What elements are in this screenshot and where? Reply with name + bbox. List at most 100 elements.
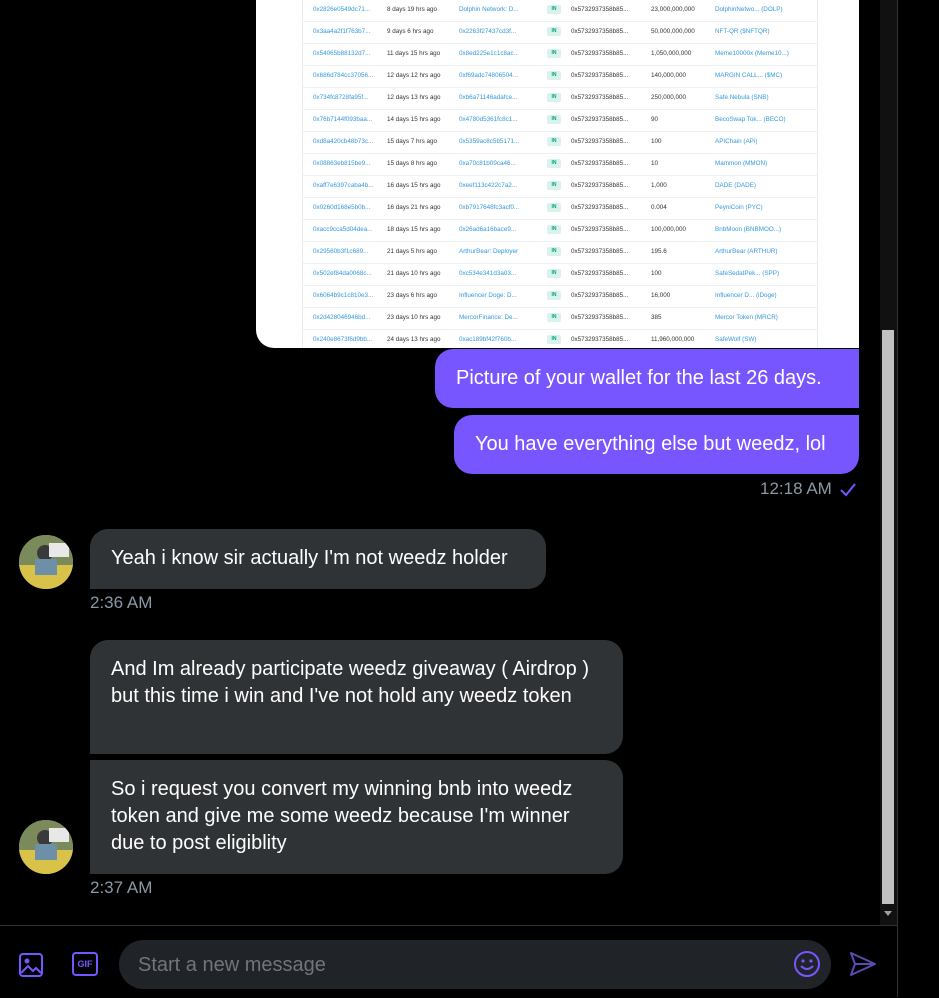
outgoing-message[interactable]: You have everything else but weedz, lol — [454, 415, 859, 474]
avatar[interactable] — [19, 820, 73, 874]
outgoing-message[interactable]: Picture of your wallet for the last 26 d… — [435, 349, 859, 408]
from-address-link[interactable]: ArthurBear: Deployer — [459, 248, 545, 255]
tx-hash-link[interactable]: 0xacc9cca5d04dea... — [313, 226, 391, 233]
table-row: 0x2d428046946bd... 23 days 10 hrs ago Merc… — [303, 308, 817, 330]
table-row: 0x76b7144f093baa... 14 days 15 hrs ago 0x4… — [303, 110, 817, 132]
to-address: 0x5732937358b85... — [571, 94, 629, 101]
from-address-link[interactable]: 0xb7917648fc3acf0... — [459, 204, 545, 211]
tx-value: 90 — [651, 116, 659, 123]
table-row: 0x0260d168e5b0b... 16 days 21 hrs ago 0xb7… — [303, 198, 817, 220]
token-link[interactable]: DADE (DADE) — [715, 182, 819, 189]
tx-value: 195.6 — [651, 248, 667, 255]
direction-badge: IN — [547, 313, 561, 322]
token-link[interactable]: Meme10000x (Meme10...) — [715, 50, 819, 57]
tx-hash-link[interactable]: 0x734fc8728fa95f... — [313, 94, 391, 101]
token-link[interactable]: BnbMoon (BNBMOO...) — [715, 226, 819, 233]
token-link[interactable]: Mammon (MMON) — [715, 160, 819, 167]
token-transfer-table: 0x2826e0549dc71... 8 days 19 hrs ago Dolph… — [302, 0, 818, 348]
table-row: 0x734fc8728fa95f... 12 days 13 hrs ago 0xb… — [303, 88, 817, 110]
image-icon[interactable] — [18, 952, 44, 978]
message-timestamp: 2:37 AM — [90, 878, 153, 897]
from-address-link[interactable]: 0x26ad6a16bace9... — [459, 226, 545, 233]
token-link[interactable]: SafeSedatPek... (SPP) — [715, 270, 819, 277]
tx-hash-link[interactable]: 0x2d428046946bd... — [313, 314, 391, 321]
table-row: 0xacc9cca5d04dea... 18 days 15 hrs ago 0x2… — [303, 220, 817, 242]
from-address-link[interactable]: 0x8ed225e1c1c8ac... — [459, 50, 545, 57]
token-link[interactable]: ArthurBear (ARTHUR) — [715, 248, 819, 255]
token-link[interactable]: MARGIN CALL... ($MC) — [715, 72, 819, 79]
tx-hash-link[interactable]: 0x3aa4a2f1f763b7... — [313, 28, 391, 35]
token-link[interactable]: Mercor Token (MRCR) — [715, 314, 819, 321]
wallet-screenshot-image[interactable]: 0x2826e0549dc71... 8 days 19 hrs ago Dolph… — [256, 0, 859, 348]
tx-hash-link[interactable]: 0x29560b3f1c689... — [313, 248, 391, 255]
token-link[interactable]: SafeWolf (SW) — [715, 336, 819, 343]
tx-hash-link[interactable]: 0x54065b88132d7... — [313, 50, 391, 57]
table-row: 0x29560b3f1c689... 21 days 5 hrs ago Arthu… — [303, 242, 817, 264]
table-row: 0x08863eb815be9... 15 days 8 hrs ago 0xa70… — [303, 154, 817, 176]
from-address-link[interactable]: 0xeef113c422c7a2... — [459, 182, 545, 189]
from-address-link[interactable]: 0xa70c81b09ca46... — [459, 160, 545, 167]
emoji-icon[interactable] — [793, 950, 821, 978]
tx-age: 14 days 15 hrs ago — [387, 116, 441, 123]
direction-badge: IN — [547, 159, 561, 168]
to-address: 0x5732937358b85... — [571, 182, 629, 189]
token-link[interactable]: BecoSwap Tok... (BECO) — [715, 116, 819, 123]
direction-badge: IN — [547, 225, 561, 234]
tx-hash-link[interactable]: 0x240e8673f6d9bb... — [313, 336, 391, 343]
from-address-link[interactable]: 0xc534e341d3a03... — [459, 270, 545, 277]
tx-age: 16 days 21 hrs ago — [387, 204, 441, 211]
tx-hash-link[interactable]: 0x08863eb815be9... — [313, 160, 391, 167]
tx-age: 8 days 19 hrs ago — [387, 6, 438, 13]
tx-value: 385 — [651, 314, 662, 321]
to-address: 0x5732937358b85... — [571, 336, 629, 343]
table-row: 0x686d784cc37056... 12 days 12 hrs ago 0xf… — [303, 66, 817, 88]
tx-hash-link[interactable]: 0x2826e0549dc71... — [313, 6, 391, 13]
tx-hash-link[interactable]: 0x502ef84da0068c... — [313, 270, 391, 277]
token-link[interactable]: PeyniCoin (PYC) — [715, 204, 819, 211]
tx-hash-link[interactable]: 0x76b7144f093baa... — [313, 116, 391, 123]
from-address-link[interactable]: 0x4780d5361fc8c1... — [459, 116, 545, 123]
message-input-wrapper[interactable] — [119, 940, 831, 991]
from-address-link[interactable]: 0xb6a71146adafce... — [459, 94, 545, 101]
tx-age: 16 days 15 hrs ago — [387, 182, 441, 189]
scroll-down-arrow[interactable] — [884, 911, 892, 916]
tx-hash-link[interactable]: 0xd8a420cb48b73c... — [313, 138, 391, 145]
incoming-message[interactable]: So i request you convert my winning bnb … — [90, 760, 623, 874]
tx-value: 11,960,000,000 — [651, 336, 695, 343]
tx-hash-link[interactable]: 0x0260d168e5b0b... — [313, 204, 391, 211]
tx-age: 24 days 13 hrs ago — [387, 336, 441, 343]
from-address-link[interactable]: MercorFinance: De... — [459, 314, 545, 321]
tx-value: 1,050,000,000 — [651, 50, 692, 57]
tx-age: 15 days 7 hrs ago — [387, 138, 438, 145]
to-address: 0x5732937358b85... — [571, 160, 629, 167]
from-address-link[interactable]: 0xac189bf42f760b... — [459, 336, 545, 343]
incoming-message[interactable]: Yeah i know sir actually I'm not weedz h… — [90, 529, 546, 589]
scrollbar-thumb[interactable] — [882, 330, 894, 904]
token-link[interactable]: APIChain (APi) — [715, 138, 819, 145]
from-address-link[interactable]: 0x5359ac8c5b5171... — [459, 138, 545, 145]
avatar[interactable] — [19, 535, 73, 589]
from-address-link[interactable]: 0xf69adc74806504... — [459, 72, 545, 79]
tx-hash-link[interactable]: 0xaff7e6397caba4b... — [313, 182, 391, 189]
token-link[interactable]: DolphinNetwo... (DOLP) — [715, 6, 819, 13]
table-row: 0x54065b88132d7... 11 days 15 hrs ago 0x8e… — [303, 44, 817, 66]
tx-hash-link[interactable]: 0x6064b9c1c810e3... — [313, 292, 391, 299]
token-link[interactable]: Safe Nebula (SNB) — [715, 94, 819, 101]
send-icon[interactable] — [848, 950, 878, 978]
from-address-link[interactable]: 0x2263f27437cd3f... — [459, 28, 545, 35]
check-icon — [840, 483, 856, 497]
vertical-scrollbar[interactable] — [880, 0, 897, 925]
message-text: And Im already participate weedz giveawa… — [111, 658, 590, 707]
direction-badge: IN — [547, 93, 561, 102]
tx-age: 11 days 15 hrs ago — [387, 50, 441, 57]
from-address-link[interactable]: Influencer Doge: D... — [459, 292, 545, 299]
gif-icon[interactable]: GIF — [72, 952, 98, 976]
message-input[interactable] — [136, 940, 780, 991]
table-row: 0x502ef84da0068c... 21 days 10 hrs ago 0xc… — [303, 264, 817, 286]
tx-hash-link[interactable]: 0x686d784cc37056... — [313, 72, 391, 79]
token-link[interactable]: Influencer D... (iDoge) — [715, 292, 819, 299]
token-link[interactable]: NFT-QR ($NFTQR) — [715, 28, 819, 35]
to-address: 0x5732937358b85... — [571, 314, 629, 321]
from-address-link[interactable]: Dolphin Network: D... — [459, 6, 545, 13]
incoming-message[interactable]: And Im already participate weedz giveawa… — [90, 640, 623, 754]
